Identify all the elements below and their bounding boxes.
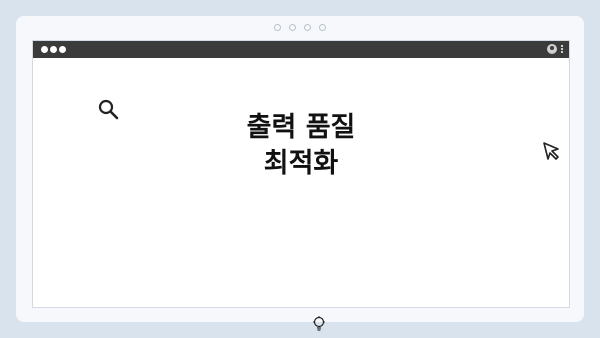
title-line-1: 출력 품질 [246,112,356,143]
title-line-2: 최적화 [263,148,339,179]
page-indicator [16,24,584,31]
user-icon[interactable] [547,44,557,54]
page-dot [304,24,311,31]
page-dot [274,24,281,31]
kebab-menu-icon[interactable] [561,45,563,53]
window-content: 출력 품질 최적화 [33,58,569,331]
slide-card: 출력 품질 최적화 [16,16,584,331]
titlebar-actions [547,44,563,54]
page-dot [319,24,326,31]
browser-window: 출력 품질 최적화 [32,40,570,331]
lightbulb-icon [312,316,326,336]
page-dot [289,24,296,31]
slide-title: 출력 품질 최적화 [33,110,569,182]
window-titlebar [33,41,569,58]
window-control-dot[interactable] [41,46,48,53]
window-control-dot[interactable] [59,46,66,53]
cursor-arrow-icon [541,140,563,166]
window-control-dot[interactable] [50,46,57,53]
